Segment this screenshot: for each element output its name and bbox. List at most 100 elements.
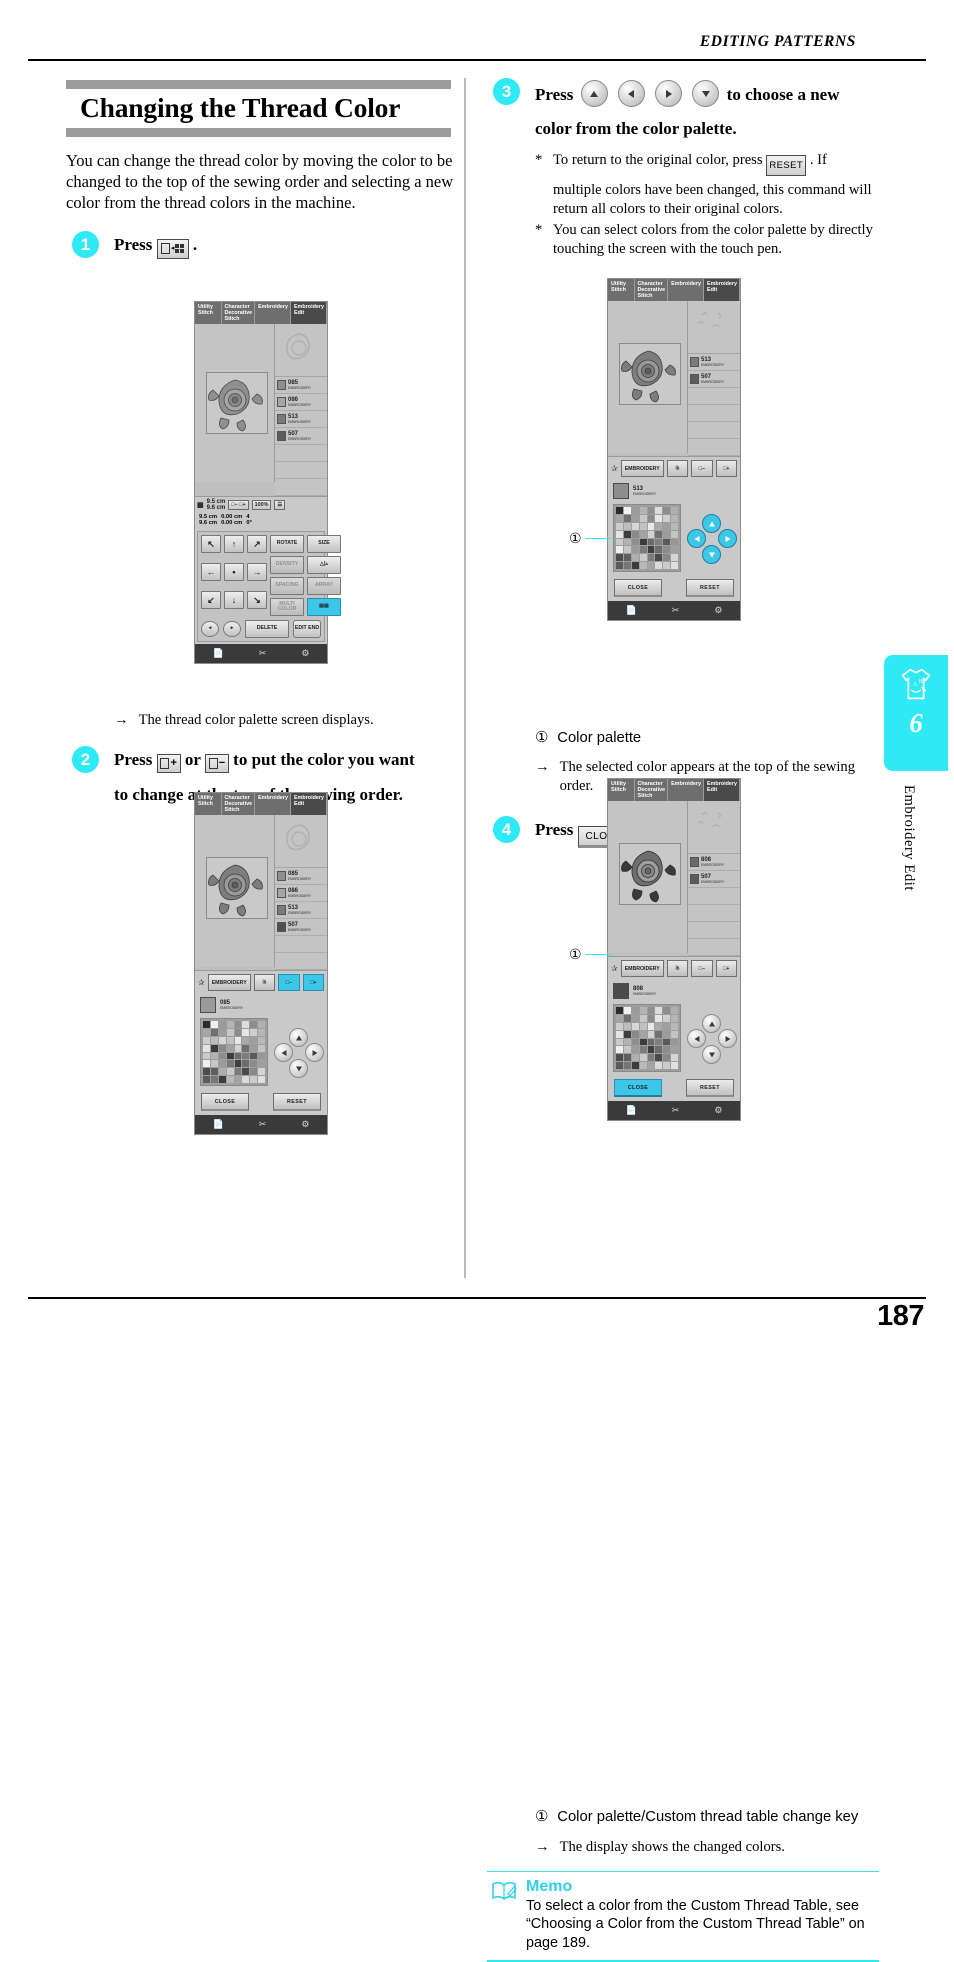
edit-keypad[interactable]: ↖ ↑ ↗ ← • → ↙ ↓ ↘ ROTATE SIZE DENSITY △|… xyxy=(197,531,341,642)
palette-cell[interactable] xyxy=(623,522,631,530)
palette-cell[interactable] xyxy=(623,1054,631,1062)
color-palette-grid[interactable] xyxy=(613,504,681,572)
tab-utility-stitch[interactable]: Utility Stitch xyxy=(608,279,635,301)
palette-cell[interactable] xyxy=(242,1052,250,1060)
palette-cell[interactable] xyxy=(663,514,671,522)
multi-color-key[interactable]: MULTI COLOR xyxy=(270,598,304,616)
palette-cell[interactable] xyxy=(631,1062,639,1069)
custom-thread-table-key[interactable]: ☃ xyxy=(666,960,689,977)
palette-cell[interactable] xyxy=(639,554,647,562)
palette-cell[interactable] xyxy=(647,538,655,546)
palette-mode-key[interactable]: EMBROIDERY xyxy=(620,460,664,477)
palette-cell[interactable] xyxy=(639,538,647,546)
palette-cell[interactable] xyxy=(631,522,639,530)
screen-tabs-3[interactable]: Utility Stitch Character Decorative Stit… xyxy=(608,279,740,301)
palette-cell[interactable] xyxy=(639,1022,647,1030)
palette-cell[interactable] xyxy=(671,1046,678,1054)
palette-left-key[interactable] xyxy=(274,1043,293,1062)
embroidery-canvas-1[interactable] xyxy=(195,324,275,482)
sewing-order-row[interactable]: 085 EMBROIDERY xyxy=(275,377,327,394)
palette-cell[interactable] xyxy=(210,1076,218,1083)
palette-cell[interactable] xyxy=(616,1014,623,1022)
palette-cell[interactable] xyxy=(234,1068,242,1076)
palette-cell[interactable] xyxy=(258,1076,265,1083)
mirror-key[interactable]: △|▵ xyxy=(307,556,341,574)
palette-cell[interactable] xyxy=(647,507,655,514)
close-key[interactable]: CLOSE xyxy=(614,579,662,597)
palette-cell[interactable] xyxy=(623,1062,631,1069)
spacing-key[interactable]: SPACING xyxy=(270,577,304,595)
palette-cell[interactable] xyxy=(234,1060,242,1068)
palette-cell[interactable] xyxy=(226,1044,234,1052)
screen-bottom-bar-2[interactable]: 📄 ✂ ⚙ xyxy=(195,1115,327,1134)
palette-cell[interactable] xyxy=(655,1062,663,1069)
palette-cell[interactable] xyxy=(258,1044,265,1052)
palette-cell[interactable] xyxy=(210,1021,218,1028)
palette-cell[interactable] xyxy=(631,1030,639,1038)
embroidery-canvas-3[interactable] xyxy=(608,301,688,453)
palette-cell[interactable] xyxy=(203,1028,210,1036)
palette-toolbar-3[interactable]: ✰ EMBROIDERY ☃ □− □+ xyxy=(608,456,740,480)
palette-cell[interactable] xyxy=(250,1060,258,1068)
reset-key[interactable]: RESET xyxy=(686,1079,734,1097)
palette-cell[interactable] xyxy=(655,546,663,554)
tab-embroidery-edit[interactable]: Embroidery Edit xyxy=(291,302,327,324)
palette-cell[interactable] xyxy=(655,1007,663,1014)
screen-tabs-4[interactable]: Utility Stitch Character Decorative Stit… xyxy=(608,779,740,801)
palette-cell[interactable] xyxy=(258,1068,265,1076)
palette-cell[interactable] xyxy=(671,1054,678,1062)
color-shuffle-key-icon[interactable]: ◂ xyxy=(156,238,189,259)
palette-cell[interactable] xyxy=(631,1007,639,1014)
palette-cell[interactable] xyxy=(647,1054,655,1062)
palette-cell[interactable] xyxy=(616,1054,623,1062)
palette-cell[interactable] xyxy=(647,554,655,562)
tab-embroidery-edit[interactable]: Embroidery Edit xyxy=(704,779,740,801)
palette-cell[interactable] xyxy=(631,538,639,546)
tab-character-decorative-stitch[interactable]: Character Decorative Stitch xyxy=(221,793,256,815)
palette-cell[interactable] xyxy=(655,554,663,562)
embroidery-canvas-4[interactable] xyxy=(608,801,688,953)
palette-cell[interactable] xyxy=(226,1028,234,1036)
color-palette-area-4[interactable] xyxy=(608,1002,740,1076)
function-keys[interactable]: ROTATE SIZE DENSITY △|▵ SPACING ARRAY MU… xyxy=(270,535,341,616)
color-palette-grid[interactable] xyxy=(200,1018,268,1086)
sewing-order-row[interactable]: 808 EMBROIDERY xyxy=(688,854,740,871)
palette-cell[interactable] xyxy=(639,507,647,514)
tab-character-decorative-stitch[interactable]: Character Decorative Stitch xyxy=(634,279,669,301)
machine-screen-3[interactable]: Utility Stitch Character Decorative Stit… xyxy=(607,278,741,621)
palette-up-key[interactable] xyxy=(702,1014,721,1033)
palette-up-key-icon[interactable] xyxy=(580,80,608,107)
palette-cell[interactable] xyxy=(655,522,663,530)
palette-cell[interactable] xyxy=(671,554,678,562)
palette-right-key[interactable] xyxy=(718,1029,737,1048)
palette-toolbar-2[interactable]: ✰ EMBROIDERY ☃ □− □+ xyxy=(195,970,327,994)
tab-embroidery[interactable]: Embroidery xyxy=(668,279,705,301)
palette-cell[interactable] xyxy=(639,522,647,530)
palette-cell[interactable] xyxy=(226,1068,234,1076)
palette-cell[interactable] xyxy=(639,1007,647,1014)
palette-cell[interactable] xyxy=(250,1028,258,1036)
palette-cell[interactable] xyxy=(671,522,678,530)
palette-cell[interactable] xyxy=(616,1046,623,1054)
zoom-level[interactable]: 100% xyxy=(251,500,272,510)
palette-cell[interactable] xyxy=(655,1022,663,1030)
manual-icon[interactable]: 📄 xyxy=(213,648,224,659)
prev-pattern-key[interactable]: ◂ xyxy=(201,621,219,637)
palette-cell[interactable] xyxy=(655,1054,663,1062)
palette-cell[interactable] xyxy=(203,1068,210,1076)
screen-bottom-bar-4[interactable]: 📄 ✂ ⚙ xyxy=(608,1101,740,1120)
palette-cell[interactable] xyxy=(631,1014,639,1022)
palette-cell[interactable] xyxy=(250,1068,258,1076)
palette-cell[interactable] xyxy=(623,554,631,562)
palette-cell[interactable] xyxy=(639,562,647,569)
palette-cell[interactable] xyxy=(203,1052,210,1060)
palette-cell[interactable] xyxy=(663,1022,671,1030)
palette-cell[interactable] xyxy=(623,1030,631,1038)
sewing-order-row[interactable]: 086 EMBROIDERY xyxy=(275,394,327,411)
rotate-key[interactable]: ROTATE xyxy=(270,535,304,553)
palette-cell[interactable] xyxy=(623,1046,631,1054)
palette-cell[interactable] xyxy=(616,1062,623,1069)
palette-down-key[interactable] xyxy=(289,1059,308,1078)
palette-cell[interactable] xyxy=(639,546,647,554)
manual-icon[interactable]: 📄 xyxy=(213,1119,224,1130)
